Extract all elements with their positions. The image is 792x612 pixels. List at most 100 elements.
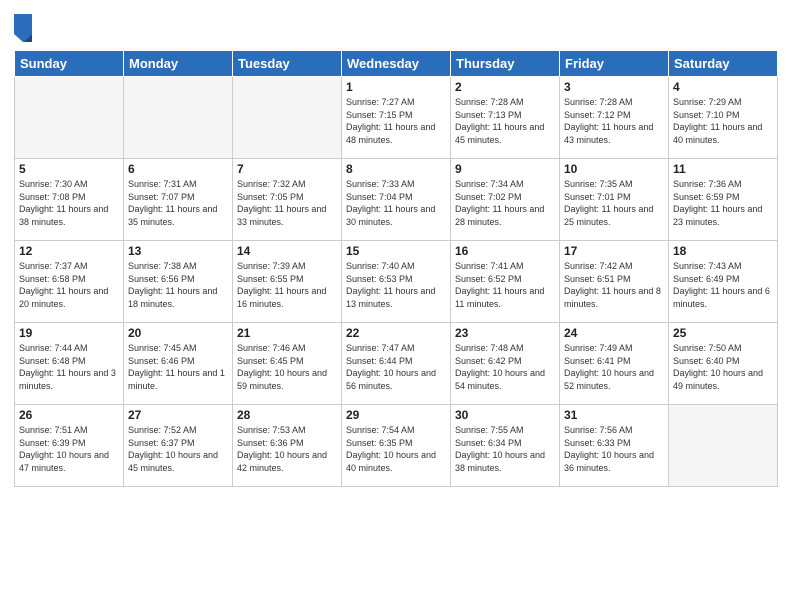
day-info: Sunrise: 7:45 AM Sunset: 6:46 PM Dayligh…: [128, 342, 228, 392]
day-number: 23: [455, 326, 555, 340]
calendar-cell: 16 Sunrise: 7:41 AM Sunset: 6:52 PM Dayli…: [451, 241, 560, 323]
day-info: Sunrise: 7:56 AM Sunset: 6:33 PM Dayligh…: [564, 424, 664, 474]
day-info: Sunrise: 7:27 AM Sunset: 7:15 PM Dayligh…: [346, 96, 446, 146]
weekday-header: Tuesday: [233, 51, 342, 77]
calendar-cell: 26 Sunrise: 7:51 AM Sunset: 6:39 PM Dayli…: [15, 405, 124, 487]
day-number: 4: [673, 80, 773, 94]
calendar-cell: 15 Sunrise: 7:40 AM Sunset: 6:53 PM Dayli…: [342, 241, 451, 323]
day-number: 13: [128, 244, 228, 258]
day-number: 1: [346, 80, 446, 94]
day-info: Sunrise: 7:38 AM Sunset: 6:56 PM Dayligh…: [128, 260, 228, 310]
day-number: 2: [455, 80, 555, 94]
day-info: Sunrise: 7:48 AM Sunset: 6:42 PM Dayligh…: [455, 342, 555, 392]
day-number: 9: [455, 162, 555, 176]
day-number: 30: [455, 408, 555, 422]
day-info: Sunrise: 7:44 AM Sunset: 6:48 PM Dayligh…: [19, 342, 119, 392]
day-number: 16: [455, 244, 555, 258]
day-number: 3: [564, 80, 664, 94]
day-info: Sunrise: 7:36 AM Sunset: 6:59 PM Dayligh…: [673, 178, 773, 228]
day-info: Sunrise: 7:32 AM Sunset: 7:05 PM Dayligh…: [237, 178, 337, 228]
calendar-cell: 5 Sunrise: 7:30 AM Sunset: 7:08 PM Daylig…: [15, 159, 124, 241]
calendar-cell: 25Sunrise: 7:50 AM Sunset: 6:40 PM Dayli…: [669, 323, 778, 405]
day-number: 27: [128, 408, 228, 422]
header: [14, 10, 778, 42]
calendar-cell: 7 Sunrise: 7:32 AM Sunset: 7:05 PM Daylig…: [233, 159, 342, 241]
day-info: Sunrise: 7:55 AM Sunset: 6:34 PM Dayligh…: [455, 424, 555, 474]
weekday-header: Wednesday: [342, 51, 451, 77]
day-number: 6: [128, 162, 228, 176]
calendar-cell: 17Sunrise: 7:42 AM Sunset: 6:51 PM Dayli…: [560, 241, 669, 323]
day-number: 21: [237, 326, 337, 340]
weekday-header: Saturday: [669, 51, 778, 77]
day-info: Sunrise: 7:52 AM Sunset: 6:37 PM Dayligh…: [128, 424, 228, 474]
day-info: Sunrise: 7:35 AM Sunset: 7:01 PM Dayligh…: [564, 178, 664, 228]
day-number: 31: [564, 408, 664, 422]
calendar-cell: 6 Sunrise: 7:31 AM Sunset: 7:07 PM Daylig…: [124, 159, 233, 241]
calendar-cell: 21 Sunrise: 7:46 AM Sunset: 6:45 PM Dayli…: [233, 323, 342, 405]
day-info: Sunrise: 7:33 AM Sunset: 7:04 PM Dayligh…: [346, 178, 446, 228]
day-number: 26: [19, 408, 119, 422]
calendar-cell: 13 Sunrise: 7:38 AM Sunset: 6:56 PM Dayli…: [124, 241, 233, 323]
calendar-cell: 9 Sunrise: 7:34 AM Sunset: 7:02 PM Daylig…: [451, 159, 560, 241]
weekday-header: Sunday: [15, 51, 124, 77]
day-number: 18: [673, 244, 773, 258]
weekday-header: Thursday: [451, 51, 560, 77]
day-number: 7: [237, 162, 337, 176]
calendar-cell: 18 Sunrise: 7:43 AM Sunset: 6:49 PM Dayli…: [669, 241, 778, 323]
day-number: 22: [346, 326, 446, 340]
calendar-cell: 1 Sunrise: 7:27 AM Sunset: 7:15 PM Daylig…: [342, 77, 451, 159]
day-info: Sunrise: 7:41 AM Sunset: 6:52 PM Dayligh…: [455, 260, 555, 310]
day-info: Sunrise: 7:31 AM Sunset: 7:07 PM Dayligh…: [128, 178, 228, 228]
calendar-cell: 11 Sunrise: 7:36 AM Sunset: 6:59 PM Dayli…: [669, 159, 778, 241]
day-number: 10: [564, 162, 664, 176]
calendar-cell: 20 Sunrise: 7:45 AM Sunset: 6:46 PM Dayli…: [124, 323, 233, 405]
calendar-header-row: SundayMondayTuesdayWednesdayThursdayFrid…: [15, 51, 778, 77]
day-info: Sunrise: 7:49 AM Sunset: 6:41 PM Dayligh…: [564, 342, 664, 392]
calendar-cell: 8 Sunrise: 7:33 AM Sunset: 7:04 PM Daylig…: [342, 159, 451, 241]
calendar-cell: 14 Sunrise: 7:39 AM Sunset: 6:55 PM Dayli…: [233, 241, 342, 323]
day-number: 12: [19, 244, 119, 258]
calendar-cell: [233, 77, 342, 159]
day-number: 29: [346, 408, 446, 422]
logo: [14, 14, 34, 42]
calendar-cell: [124, 77, 233, 159]
day-info: Sunrise: 7:43 AM Sunset: 6:49 PM Dayligh…: [673, 260, 773, 310]
calendar-cell: [669, 405, 778, 487]
day-number: 25: [673, 326, 773, 340]
weekday-header: Friday: [560, 51, 669, 77]
page: SundayMondayTuesdayWednesdayThursdayFrid…: [0, 0, 792, 612]
calendar-cell: 19 Sunrise: 7:44 AM Sunset: 6:48 PM Dayli…: [15, 323, 124, 405]
day-number: 5: [19, 162, 119, 176]
day-info: Sunrise: 7:42 AM Sunset: 6:51 PM Dayligh…: [564, 260, 664, 310]
day-info: Sunrise: 7:40 AM Sunset: 6:53 PM Dayligh…: [346, 260, 446, 310]
calendar-week-row: 1 Sunrise: 7:27 AM Sunset: 7:15 PM Daylig…: [15, 77, 778, 159]
day-info: Sunrise: 7:53 AM Sunset: 6:36 PM Dayligh…: [237, 424, 337, 474]
day-number: 19: [19, 326, 119, 340]
day-info: Sunrise: 7:39 AM Sunset: 6:55 PM Dayligh…: [237, 260, 337, 310]
day-info: Sunrise: 7:34 AM Sunset: 7:02 PM Dayligh…: [455, 178, 555, 228]
day-info: Sunrise: 7:51 AM Sunset: 6:39 PM Dayligh…: [19, 424, 119, 474]
day-number: 15: [346, 244, 446, 258]
day-number: 11: [673, 162, 773, 176]
day-info: Sunrise: 7:47 AM Sunset: 6:44 PM Dayligh…: [346, 342, 446, 392]
calendar-cell: 27 Sunrise: 7:52 AM Sunset: 6:37 PM Dayli…: [124, 405, 233, 487]
calendar-week-row: 26 Sunrise: 7:51 AM Sunset: 6:39 PM Dayli…: [15, 405, 778, 487]
calendar-cell: 23 Sunrise: 7:48 AM Sunset: 6:42 PM Dayli…: [451, 323, 560, 405]
day-info: Sunrise: 7:28 AM Sunset: 7:12 PM Dayligh…: [564, 96, 664, 146]
calendar-cell: 31 Sunrise: 7:56 AM Sunset: 6:33 PM Dayli…: [560, 405, 669, 487]
calendar-week-row: 19 Sunrise: 7:44 AM Sunset: 6:48 PM Dayli…: [15, 323, 778, 405]
calendar-cell: 3 Sunrise: 7:28 AM Sunset: 7:12 PM Daylig…: [560, 77, 669, 159]
day-info: Sunrise: 7:46 AM Sunset: 6:45 PM Dayligh…: [237, 342, 337, 392]
logo-icon: [14, 14, 32, 42]
calendar-week-row: 5 Sunrise: 7:30 AM Sunset: 7:08 PM Daylig…: [15, 159, 778, 241]
day-number: 28: [237, 408, 337, 422]
day-info: Sunrise: 7:29 AM Sunset: 7:10 PM Dayligh…: [673, 96, 773, 146]
day-info: Sunrise: 7:54 AM Sunset: 6:35 PM Dayligh…: [346, 424, 446, 474]
day-number: 8: [346, 162, 446, 176]
calendar-week-row: 12Sunrise: 7:37 AM Sunset: 6:58 PM Dayli…: [15, 241, 778, 323]
weekday-header: Monday: [124, 51, 233, 77]
calendar-cell: 2Sunrise: 7:28 AM Sunset: 7:13 PM Daylig…: [451, 77, 560, 159]
day-number: 14: [237, 244, 337, 258]
day-number: 20: [128, 326, 228, 340]
day-info: Sunrise: 7:30 AM Sunset: 7:08 PM Dayligh…: [19, 178, 119, 228]
